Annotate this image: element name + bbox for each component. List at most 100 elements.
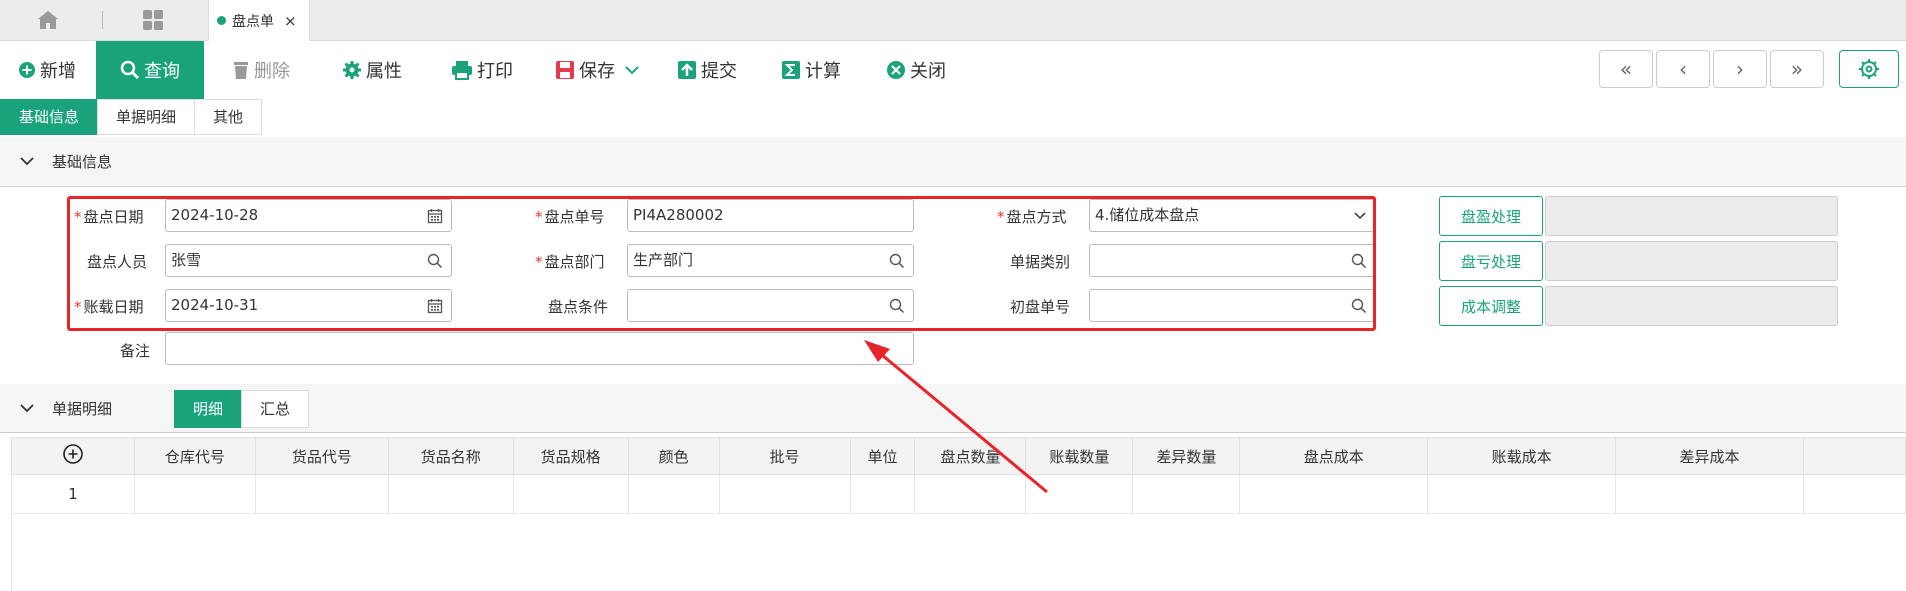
table-cell[interactable] [512,474,629,514]
doc-type-field[interactable] [1089,244,1376,277]
new-button[interactable]: 新增 [18,41,76,99]
next-record-button[interactable]: › [1713,50,1767,88]
table-cell[interactable] [1802,474,1906,514]
divider [0,186,1906,187]
plus-circle-icon[interactable] [62,443,84,465]
table-cell[interactable] [914,474,1027,514]
submit-button[interactable]: 提交 [677,41,737,99]
search-icon[interactable] [1351,253,1367,269]
count-dept-field[interactable]: 生产部门 [627,244,914,277]
column-header[interactable]: 货品代号 [254,437,389,475]
count-no-field[interactable]: PI4A280002 [627,199,914,232]
shortage-status-field [1545,241,1838,281]
save-button[interactable]: 保存 [555,41,643,99]
properties-button[interactable]: 属性 [342,41,402,99]
trash-icon [234,62,248,79]
active-dot-icon [217,16,226,25]
column-header[interactable]: 盘点成本 [1239,437,1429,475]
column-header[interactable]: 差异数量 [1132,437,1241,475]
shortage-process-button[interactable]: 盘亏处理 [1439,241,1543,281]
gear-icon [1859,59,1879,79]
table-cell[interactable] [133,474,256,514]
close-icon[interactable]: × [284,12,297,30]
search-icon[interactable] [427,253,443,269]
search-icon[interactable] [889,253,905,269]
properties-button-label: 属性 [366,61,402,82]
close-button[interactable]: 关闭 [886,41,946,99]
save-button-label: 保存 [579,61,615,82]
add-row-header[interactable] [11,437,135,475]
book-date-field[interactable]: 2024-10-31 [165,289,452,322]
first-record-button[interactable]: « [1599,50,1653,88]
count-method-select[interactable]: 4.储位成本盘点 [1089,199,1376,232]
doc-type-label: 单据类别 [1010,253,1071,271]
calculate-button[interactable]: 计算 [781,41,841,99]
close-button-label: 关闭 [910,61,946,82]
column-header[interactable]: 账载数量 [1025,437,1134,475]
column-header[interactable]: 账载成本 [1427,437,1617,475]
section-title: 单据明细 [52,399,113,418]
table-cell[interactable] [1239,474,1429,514]
query-button[interactable]: 查询 [96,41,204,99]
tab-other[interactable]: 其他 [194,99,263,135]
remark-field[interactable] [165,332,914,365]
column-header[interactable]: 仓库代号 [133,437,256,475]
grid-icon[interactable] [142,9,168,33]
chevron-down-icon[interactable] [625,65,639,75]
tab-detail[interactable]: 单据明细 [97,99,196,135]
initial-no-field[interactable] [1089,289,1376,322]
table-row[interactable]: 1 [11,474,1906,514]
column-header[interactable]: 盘点数量 [914,437,1027,475]
last-record-button[interactable]: » [1770,50,1824,88]
count-dept-label: * 盘点部门 [535,253,605,271]
basic-info-header[interactable]: 基础信息 [0,137,1906,185]
tab-detail-view[interactable]: 明细 [174,390,243,428]
table-cell[interactable] [718,474,851,514]
tab-basic-info[interactable]: 基础信息 [0,99,99,135]
column-header[interactable]: 差异成本 [1615,437,1804,475]
column-header[interactable]: 货品名称 [387,437,514,475]
counter-field[interactable]: 张雪 [165,244,452,277]
table-cell[interactable] [1025,474,1134,514]
count-condition-field[interactable] [627,289,914,322]
initial-no-label: 初盘单号 [1010,298,1071,316]
search-icon[interactable] [889,298,905,314]
section-tabs: 基础信息 单据明细 其他 [0,99,263,135]
tab-label: 盘点单 [232,13,274,30]
table-cell[interactable] [1615,474,1804,514]
count-date-field[interactable]: 2024-10-28 [165,199,452,232]
column-header[interactable]: 单位 [849,437,916,475]
chevron-down-icon[interactable] [1353,209,1367,223]
cost-adjust-button[interactable]: 成本调整 [1439,286,1543,326]
calculate-button-label: 计算 [805,61,841,82]
table-cell[interactable] [387,474,514,514]
surplus-process-button[interactable]: 盘盈处理 [1439,196,1543,236]
search-icon[interactable] [1351,298,1367,314]
close-circle-icon [887,61,905,79]
table-cell[interactable] [1132,474,1241,514]
tab-count-sheet[interactable]: 盘点单 × [208,0,310,41]
calendar-icon[interactable] [427,298,443,314]
tab-summary-view[interactable]: 汇总 [241,390,310,428]
calendar-icon[interactable] [427,208,443,224]
chevron-down-icon[interactable] [20,156,34,166]
upload-icon [678,61,696,79]
table-cell[interactable] [254,474,389,514]
table-cell[interactable] [627,474,720,514]
home-icon[interactable] [36,9,64,33]
previous-record-button[interactable]: ‹ [1656,50,1710,88]
book-date-label: * 账载日期 [74,298,144,316]
settings-button[interactable] [1839,50,1899,88]
column-header[interactable]: 货品规格 [512,437,629,475]
column-header [1802,437,1906,475]
count-method-label: * 盘点方式 [997,208,1067,226]
table-cell[interactable] [1427,474,1617,514]
surplus-status-field [1545,196,1838,236]
new-button-label: 新增 [40,61,76,82]
column-header[interactable]: 批号 [718,437,851,475]
print-button[interactable]: 打印 [451,41,513,99]
chevron-down-icon[interactable] [20,403,34,413]
column-header[interactable]: 颜色 [627,437,720,475]
table-cell[interactable] [849,474,916,514]
delete-button[interactable]: 删除 [232,41,290,99]
